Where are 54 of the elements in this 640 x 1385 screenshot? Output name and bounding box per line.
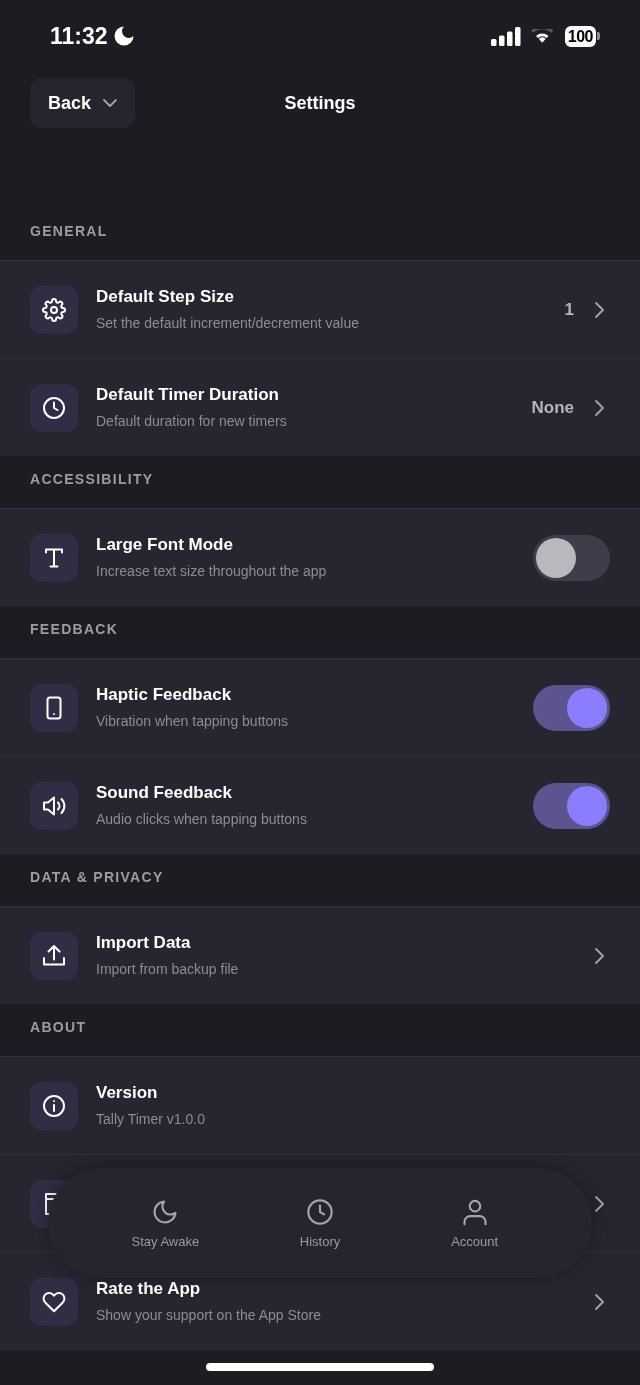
section-header: GENERAL	[30, 223, 108, 239]
setting-value: None	[531, 397, 574, 418]
tab-item[interactable]: History	[242, 1197, 398, 1249]
setting-description: Tally Timer v1.0.0	[96, 1110, 205, 1128]
clock-icon	[306, 1197, 334, 1226]
chevron-right-icon	[595, 947, 604, 964]
setting-title: Haptic Feedback	[96, 685, 232, 704]
info-icon	[30, 1081, 78, 1130]
chevron-right-icon	[595, 1293, 604, 1310]
section-header: ACCESSIBILITY	[30, 471, 154, 487]
setting-description: Vibration when tapping buttons	[96, 712, 288, 730]
setting-description: Increase text size throughout the app	[96, 562, 327, 580]
back-button[interactable]: Back	[30, 78, 136, 128]
signal-icon	[490, 26, 521, 46]
section-header: FEEDBACK	[30, 621, 119, 637]
chevron-right-icon	[595, 399, 604, 416]
settings-row[interactable]: Import Data Import from backup file	[0, 906, 640, 1004]
setting-value: 1	[564, 299, 574, 320]
toggle-switch[interactable]	[533, 684, 610, 731]
section-header: DATA & PRIVACY	[30, 869, 164, 885]
person-icon	[460, 1197, 489, 1226]
clock-icon	[30, 383, 78, 432]
speaker-icon	[30, 781, 78, 830]
setting-description: Default duration for new timers	[96, 412, 287, 430]
settings-row[interactable]: Default Timer Duration Default duration for new timers None	[0, 358, 640, 456]
chevron-down-icon	[103, 99, 118, 107]
status-time: 11:32	[50, 23, 108, 49]
setting-title: Sound Feedback	[96, 783, 233, 802]
setting-title: Default Step Size	[96, 287, 234, 306]
letter-t-icon	[30, 533, 78, 582]
tab-item[interactable]: Stay Awake	[88, 1197, 243, 1249]
toggle-switch[interactable]	[533, 782, 610, 829]
setting-title: Large Font Mode	[96, 535, 233, 554]
setting-description: Audio clicks when tapping buttons	[96, 810, 307, 828]
setting-title: Import Data	[96, 933, 191, 952]
moon-icon	[113, 26, 134, 46]
battery-indicator: 100	[564, 25, 600, 47]
upload-icon	[30, 931, 78, 980]
toggle-switch[interactable]	[533, 534, 610, 581]
setting-title: Rate the App	[96, 1279, 201, 1298]
setting-description: Set the default increment/decrement value	[96, 314, 360, 332]
setting-description: Import from backup file	[96, 960, 239, 978]
setting-title: Version	[96, 1083, 158, 1102]
wifi-icon	[530, 29, 554, 43]
settings-row[interactable]: Default Step Size Set the default increment/decrement value 1	[0, 260, 640, 358]
page-title: Settings	[284, 92, 356, 114]
phone-icon	[30, 683, 78, 732]
tab-item[interactable]: Account	[397, 1197, 552, 1249]
gear-icon	[30, 285, 78, 334]
setting-description: Show your support on the App Store	[96, 1306, 321, 1324]
section-header: ABOUT	[30, 1019, 87, 1035]
setting-title: Default Timer Duration	[96, 385, 279, 404]
chevron-right-icon	[595, 301, 604, 318]
chevron-right-icon	[595, 1195, 604, 1212]
